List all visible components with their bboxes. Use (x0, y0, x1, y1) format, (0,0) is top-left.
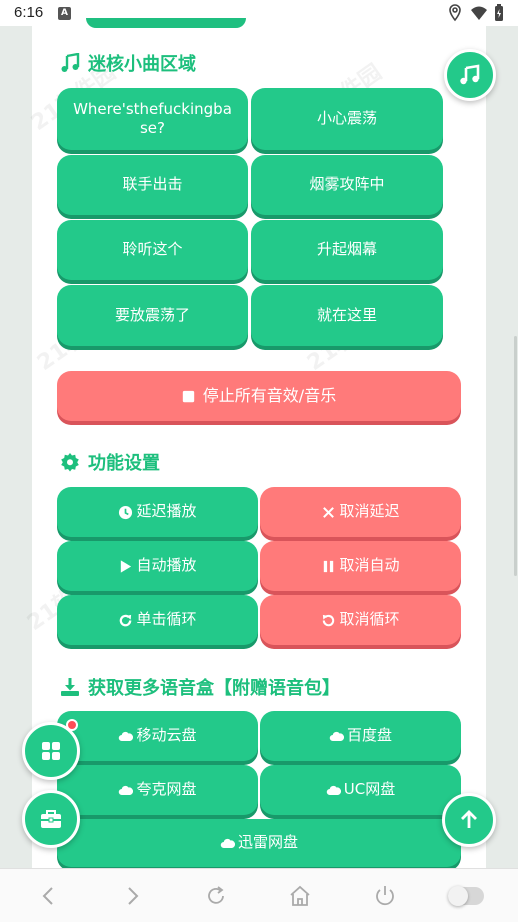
close-icon (323, 506, 335, 518)
forward-icon[interactable] (120, 884, 144, 908)
sound-button-smoke-attack[interactable]: 烟雾攻阵中 (251, 155, 443, 215)
download-section-title-text: 获取更多语音盒【附赠语音包】 (88, 678, 340, 699)
battery-icon (495, 4, 503, 21)
settings-section-title-text: 功能设置 (88, 453, 160, 474)
toolbox-fab[interactable] (22, 790, 80, 848)
scrollbar[interactable] (514, 336, 517, 576)
quark-pan-button[interactable]: 夸克网盘 (57, 765, 258, 815)
click-loop-button[interactable]: 单击循环 (57, 595, 258, 645)
xunlei-pan-label: 迅雷网盘 (237, 833, 298, 852)
sound-button-listen-this[interactable]: 聆听这个 (57, 220, 248, 280)
app-notification-icon: A (58, 7, 71, 20)
download-icon (61, 678, 79, 696)
xunlei-pan-button[interactable]: 迅雷网盘 (57, 819, 461, 867)
delay-play-label: 延迟播放 (136, 502, 197, 521)
refresh-icon[interactable] (204, 884, 228, 908)
back-icon[interactable] (37, 884, 61, 908)
cancel-loop-label: 取消循环 (339, 610, 400, 629)
redo-icon (120, 614, 132, 626)
clock-icon (119, 505, 133, 519)
sound-button-raise-smoke[interactable]: 升起烟幕 (251, 220, 443, 280)
baidu-pan-label: 百度盘 (346, 726, 392, 745)
pause-icon (324, 560, 334, 572)
cancel-auto-label: 取消自动 (339, 556, 400, 575)
music-section-title: 迷核小曲区域 (60, 50, 196, 76)
music-fab[interactable] (444, 49, 496, 101)
auto-play-button[interactable]: 自动播放 (57, 541, 258, 591)
wifi-icon (471, 6, 487, 20)
sound-button-right-here[interactable]: 就在这里 (251, 285, 443, 346)
home-icon[interactable] (288, 884, 312, 908)
sound-button-joint-attack[interactable]: 联手出击 (57, 155, 248, 215)
undo-icon (323, 614, 335, 626)
baidu-pan-button[interactable]: 百度盘 (260, 711, 461, 761)
status-time: 6:16 (14, 4, 44, 21)
browser-navbar (0, 868, 518, 922)
cloud-icon (326, 785, 341, 795)
cancel-auto-button[interactable]: 取消自动 (260, 541, 461, 591)
grid-apps-icon (42, 742, 60, 760)
sound-button-wheres-the-base[interactable]: Where'sthefuckingbase? (57, 88, 248, 150)
status-bar: 6:16 A (0, 0, 518, 26)
notification-badge (66, 719, 78, 731)
cloud-icon (119, 785, 134, 795)
previous-section-edge (86, 18, 246, 28)
toolbox-icon (41, 810, 61, 828)
cloud-icon (329, 731, 344, 741)
stop-square-icon (182, 390, 194, 402)
mobile-cloud-button[interactable]: 移动云盘 (57, 711, 258, 761)
cancel-delay-button[interactable]: 取消延迟 (260, 487, 461, 537)
cloud-icon (220, 838, 235, 848)
music-note-icon (460, 64, 480, 85)
quark-pan-label: 夸克网盘 (136, 780, 197, 799)
cancel-loop-button[interactable]: 取消循环 (260, 595, 461, 645)
stop-all-button[interactable]: 停止所有音效/音乐 (57, 371, 461, 421)
click-loop-label: 单击循环 (136, 610, 197, 629)
location-icon (449, 4, 461, 22)
toggle-switch[interactable] (448, 886, 484, 906)
scroll-top-fab[interactable] (442, 793, 496, 847)
stop-all-label: 停止所有音效/音乐 (202, 385, 337, 405)
sound-button-be-careful-concussion[interactable]: 小心震荡 (251, 88, 443, 150)
mobile-cloud-label: 移动云盘 (136, 726, 197, 745)
music-note-icon (61, 53, 80, 72)
cloud-icon (119, 731, 134, 741)
arrow-up-icon (461, 810, 477, 828)
sound-button-concussion-coming[interactable]: 要放震荡了 (57, 285, 248, 346)
delay-play-button[interactable]: 延迟播放 (57, 487, 258, 537)
music-section-title-text: 迷核小曲区域 (88, 54, 196, 75)
toggle-knob (448, 886, 468, 906)
auto-play-label: 自动播放 (136, 556, 197, 575)
download-section-title: 获取更多语音盒【附赠语音包】 (60, 674, 340, 700)
gear-icon (61, 453, 79, 472)
settings-section-title: 功能设置 (60, 449, 160, 475)
power-icon[interactable] (373, 884, 397, 908)
uc-pan-label: UC网盘 (343, 780, 396, 799)
uc-pan-button[interactable]: UC网盘 (260, 765, 461, 815)
cancel-delay-label: 取消延迟 (339, 502, 400, 521)
play-icon (121, 559, 132, 573)
